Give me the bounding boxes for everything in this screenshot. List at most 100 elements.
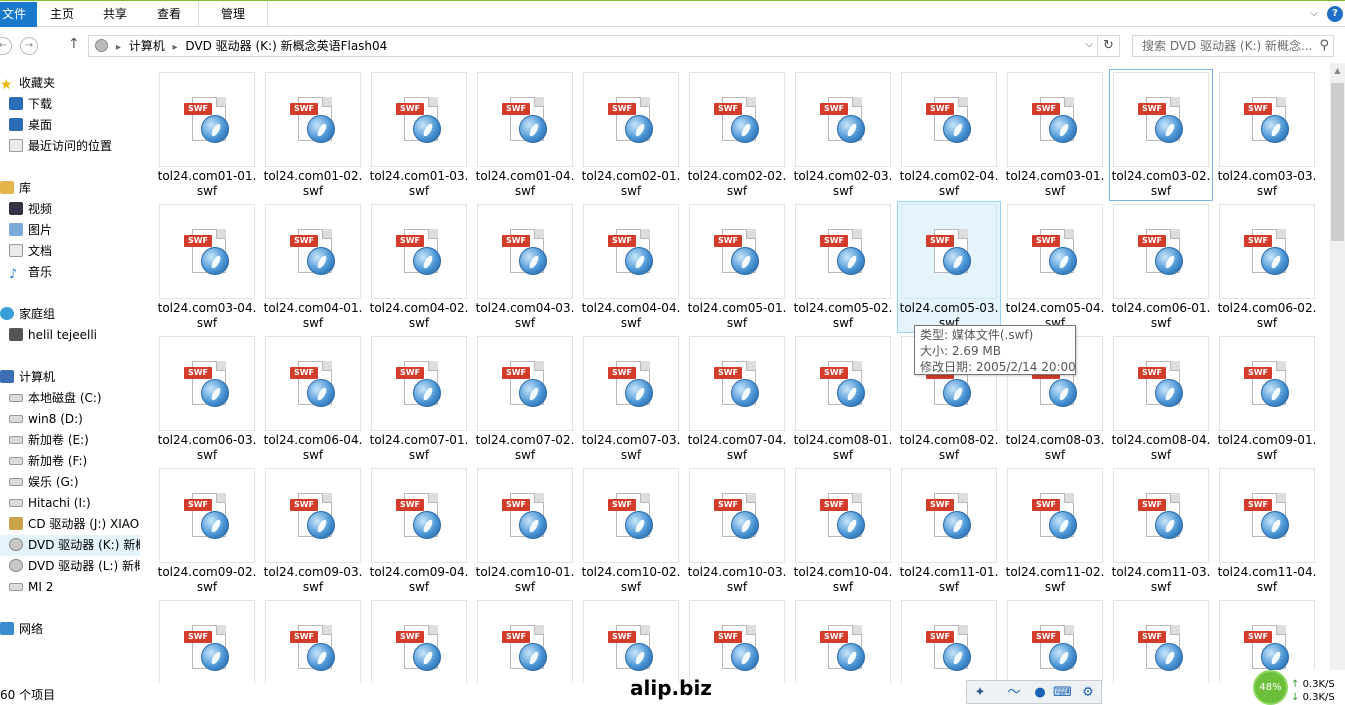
file-item[interactable]: SWF [370, 600, 468, 683]
file-item[interactable]: SWF [582, 600, 680, 683]
file-item[interactable]: SWF tol24.com02-01. swf [582, 72, 680, 200]
file-item[interactable]: SWF tol24.com05-01. swf [688, 204, 786, 332]
nav-item[interactable]: 下载 [0, 94, 52, 115]
file-item[interactable]: SWF tol24.com11-01. swf [900, 468, 998, 596]
file-item[interactable]: SWF [1112, 600, 1210, 683]
tab-file[interactable]: 文件 [0, 2, 37, 27]
file-item[interactable]: SWF tol24.com02-02. swf [688, 72, 786, 200]
file-item[interactable]: SWF tol24.com07-04. swf [688, 336, 786, 464]
search-input[interactable]: 搜索 DVD 驱动器 (K:) 新概念... ⚲ [1132, 35, 1334, 57]
file-item[interactable]: SWF tol24.com08-01. swf [794, 336, 892, 464]
file-item[interactable]: SWF tol24.com10-01. swf [476, 468, 574, 596]
breadcrumb-computer[interactable]: 计算机 [129, 39, 165, 53]
file-item[interactable]: SWF tol24.com10-03. swf [688, 468, 786, 596]
nav-item[interactable]: DVD 驱动器 (K:) 新概 [0, 535, 140, 556]
file-item[interactable]: SWF [900, 600, 998, 683]
file-item[interactable]: SWF tol24.com11-04. swf [1218, 468, 1316, 596]
file-item[interactable]: SWF tol24.com09-02. swf [158, 468, 256, 596]
file-item[interactable]: SWF tol24.com05-03. swf [897, 201, 1001, 333]
file-item[interactable]: SWF [794, 600, 892, 683]
address-dropdown-icon[interactable]: ⌵ [1085, 39, 1093, 50]
file-item[interactable]: SWF tol24.com08-04. swf [1112, 336, 1210, 464]
keyboard-icon[interactable]: ⌨ [1053, 684, 1072, 702]
file-item[interactable]: SWF [264, 600, 362, 683]
nav-item[interactable]: 新加卷 (F:) [0, 451, 87, 472]
file-item[interactable]: SWF tol24.com03-02. swf [1109, 69, 1213, 201]
file-item[interactable]: SWF tol24.com04-03. swf [476, 204, 574, 332]
file-item[interactable]: SWF tol24.com01-02. swf [264, 72, 362, 200]
tab-manage[interactable]: 管理 [198, 2, 268, 28]
help-icon[interactable]: ? [1327, 6, 1343, 22]
tab-view[interactable]: 查看 [143, 2, 195, 27]
file-item[interactable]: SWF tol24.com04-04. swf [582, 204, 680, 332]
nav-item[interactable]: 桌面 [0, 115, 52, 136]
nav-item[interactable]: 网络 [0, 619, 43, 640]
breadcrumb-current[interactable]: DVD 驱动器 (K:) 新概念英语Flash04 [185, 39, 387, 53]
file-item[interactable]: SWF tol24.com07-03. swf [582, 336, 680, 464]
file-item[interactable]: SWF tol24.com05-04. swf [1006, 204, 1104, 332]
chevron-down-icon[interactable]: ⌵ [1305, 5, 1323, 23]
file-item[interactable]: SWF tol24.com06-04. swf [264, 336, 362, 464]
nav-item[interactable]: 家庭组 [0, 304, 55, 325]
tab-share[interactable]: 共享 [87, 2, 143, 27]
file-item[interactable]: SWF tol24.com09-01. swf [1218, 336, 1316, 464]
file-item[interactable]: SWF tol24.com01-03. swf [370, 72, 468, 200]
nav-item[interactable]: 新加卷 (E:) [0, 430, 89, 451]
user-icon[interactable]: ● [1031, 684, 1049, 702]
address-bar[interactable]: ▸ 计算机 ▸ DVD 驱动器 (K:) 新概念英语Flash04 ⌵ [88, 35, 1098, 57]
refresh-icon[interactable]: ↻ [1098, 35, 1120, 57]
file-item[interactable]: SWF tol24.com02-04. swf [900, 72, 998, 200]
search-icon[interactable]: ⚲ [1319, 36, 1329, 56]
file-item[interactable]: SWF tol24.com11-03. swf [1112, 468, 1210, 596]
scroll-thumb[interactable] [1331, 83, 1344, 241]
file-item[interactable]: SWF tol24.com04-01. swf [264, 204, 362, 332]
nav-item[interactable]: ★ 收藏夹 [0, 73, 55, 94]
file-item[interactable]: SWF tol24.com11-02. swf [1006, 468, 1104, 596]
input-method-icon[interactable]: 〜 [1005, 684, 1023, 702]
file-item[interactable]: SWF [1006, 600, 1104, 683]
file-item[interactable]: SWF tol24.com03-01. swf [1006, 72, 1104, 200]
file-item[interactable]: SWF tol24.com06-01. swf [1112, 204, 1210, 332]
nav-item[interactable]: 视频 [0, 199, 52, 220]
nav-item[interactable]: 图片 [0, 220, 52, 241]
nav-item[interactable]: Hitachi (I:) [0, 493, 91, 514]
file-item[interactable]: SWF tol24.com06-03. swf [158, 336, 256, 464]
nav-item[interactable]: 最近访问的位置 [0, 136, 112, 157]
up-arrow-icon[interactable]: ↑ [68, 36, 80, 52]
back-arrow-icon[interactable]: ← [0, 37, 12, 55]
network-meter[interactable]: 48% ↑ 0.3K/S ↓ 0.3K/S [1253, 670, 1345, 705]
file-item[interactable]: SWF [688, 600, 786, 683]
file-item[interactable]: SWF tol24.com09-03. swf [264, 468, 362, 596]
file-item[interactable]: SWF tol24.com01-04. swf [476, 72, 574, 200]
nav-item[interactable]: DVD 驱动器 (L:) 新概 [0, 556, 140, 577]
nav-item[interactable]: CD 驱动器 (J:) XIAO [0, 514, 139, 535]
file-item[interactable]: SWF tol24.com03-04. swf [158, 204, 256, 332]
bird-icon[interactable]: ✦ [971, 684, 989, 702]
file-item[interactable]: SWF tol24.com10-02. swf [582, 468, 680, 596]
tab-home[interactable]: 主页 [37, 2, 87, 27]
nav-item[interactable]: win8 (D:) [0, 409, 83, 430]
vertical-scrollbar[interactable]: ▲ ▼ [1330, 63, 1345, 683]
file-item[interactable]: SWF tol24.com01-01. swf [158, 72, 256, 200]
nav-item[interactable]: ♪ 音乐 [0, 262, 52, 283]
forward-arrow-icon[interactable]: → [20, 37, 38, 55]
gear-icon[interactable]: ⚙ [1079, 684, 1097, 702]
file-item[interactable]: SWF tol24.com10-04. swf [794, 468, 892, 596]
nav-item[interactable]: 娱乐 (G:) [0, 472, 79, 493]
file-item[interactable]: SWF [158, 600, 256, 683]
file-item[interactable]: SWF tol24.com09-04. swf [370, 468, 468, 596]
file-item[interactable]: SWF tol24.com04-02. swf [370, 204, 468, 332]
file-item[interactable]: SWF [476, 600, 574, 683]
nav-item[interactable]: helil tejeelli [0, 325, 97, 346]
nav-item[interactable]: 库 [0, 178, 31, 199]
nav-item[interactable]: MI 2 [0, 577, 53, 598]
file-item[interactable]: SWF tol24.com03-03. swf [1218, 72, 1316, 200]
scroll-up-icon[interactable]: ▲ [1330, 63, 1345, 78]
file-item[interactable]: SWF tol24.com06-02. swf [1218, 204, 1316, 332]
file-item[interactable]: SWF tol24.com05-02. swf [794, 204, 892, 332]
file-item[interactable]: SWF tol24.com07-01. swf [370, 336, 468, 464]
file-item[interactable]: SWF tol24.com02-03. swf [794, 72, 892, 200]
nav-item[interactable]: 本地磁盘 (C:) [0, 388, 102, 409]
nav-item[interactable]: 计算机 [0, 367, 55, 388]
nav-item[interactable]: 文档 [0, 241, 52, 262]
